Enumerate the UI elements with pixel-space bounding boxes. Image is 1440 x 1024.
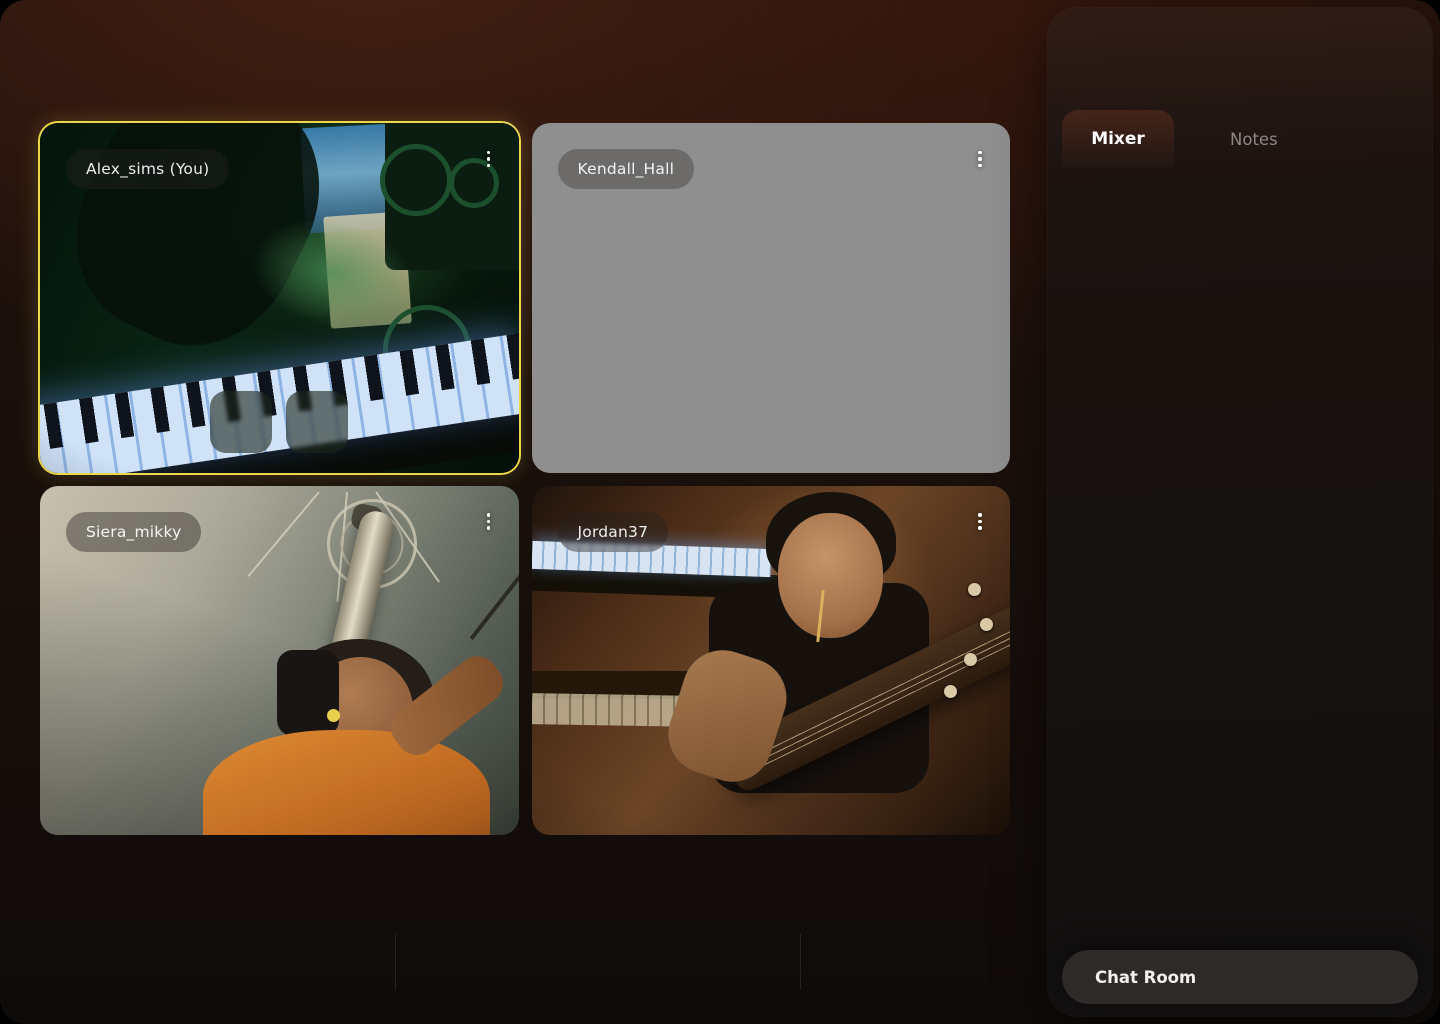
video-tile-kendall-screenshare[interactable]: Kendall_Hall xyxy=(532,123,1011,473)
video-grid: Alex_sims (You) Kendall_Hall xyxy=(40,123,1010,835)
video-tile-jordan[interactable]: Jordan37 xyxy=(532,486,1011,836)
video-tile-siera[interactable]: Siera_mikky xyxy=(40,486,519,836)
tile-menu-kebab-icon[interactable] xyxy=(968,508,992,536)
tile-menu-kebab-icon[interactable] xyxy=(968,145,992,173)
tab-mixer[interactable]: Mixer xyxy=(1062,110,1174,168)
participant-mixer-cards xyxy=(1068,198,1412,1016)
participant-name-label: Jordan37 xyxy=(558,512,669,552)
tile-camera-button[interactable] xyxy=(286,391,348,453)
mixer-sidebar-panel: Mixer Notes Chat Room xyxy=(1048,8,1432,1016)
maximize-window-button[interactable] xyxy=(62,19,75,32)
participant-name-label: Kendall_Hall xyxy=(558,149,695,189)
toolbar-divider xyxy=(800,934,801,990)
participant-name-label: Alex_sims (You) xyxy=(66,149,229,189)
tile-menu-kebab-icon[interactable] xyxy=(477,508,501,536)
self-tile-controls xyxy=(210,391,348,453)
sidebar-tabs: Mixer Notes xyxy=(1062,110,1418,168)
chat-room-label: Chat Room xyxy=(1095,968,1196,987)
tile-menu-kebab-icon[interactable] xyxy=(477,145,501,173)
video-tile-alex[interactable]: Alex_sims (You) xyxy=(40,123,519,473)
app-window: Alex_sims (You) Kendall_Hall xyxy=(0,0,1440,1024)
tab-notes[interactable]: Notes xyxy=(1230,130,1278,149)
close-window-button[interactable] xyxy=(20,19,33,32)
tile-mic-button[interactable] xyxy=(210,391,272,453)
minimize-window-button[interactable] xyxy=(41,19,54,32)
chat-room-bar[interactable]: Chat Room xyxy=(1062,950,1418,1004)
window-controls xyxy=(20,19,75,32)
toolbar-divider xyxy=(395,934,396,990)
participant-name-label: Siera_mikky xyxy=(66,512,201,552)
